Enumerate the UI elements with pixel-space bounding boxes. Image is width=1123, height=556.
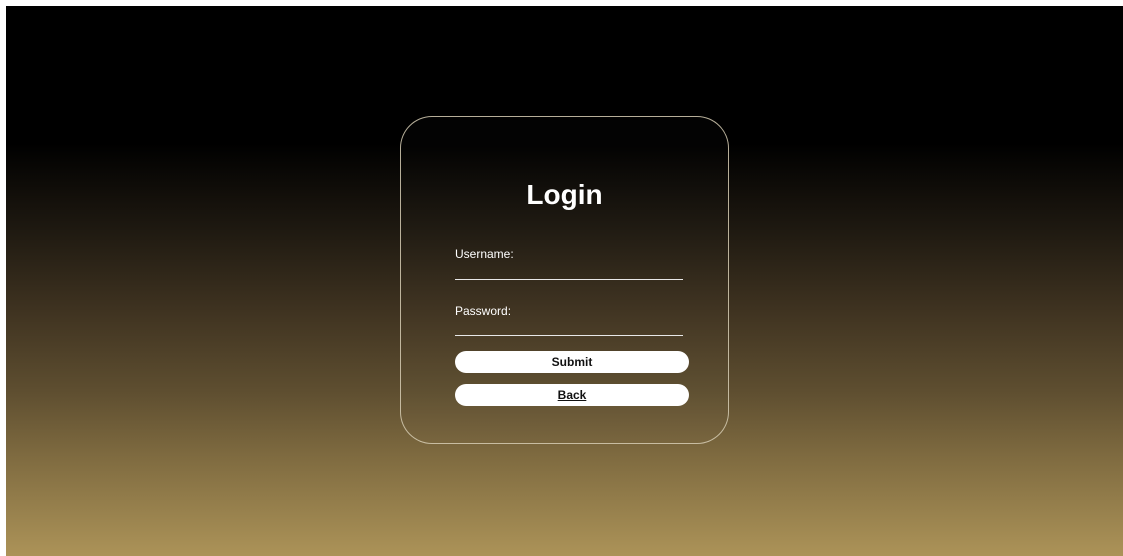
username-label: Username: <box>455 247 514 261</box>
submit-button[interactable]: Submit <box>455 351 689 373</box>
page-background: Login Username: Password: Submit Back <box>6 6 1123 556</box>
username-input[interactable] <box>455 260 683 280</box>
password-input[interactable] <box>455 316 683 336</box>
login-card: Login Username: Password: Submit Back <box>400 116 729 444</box>
back-button[interactable]: Back <box>455 384 689 406</box>
back-link-label: Back <box>557 388 587 402</box>
login-title: Login <box>526 179 603 210</box>
